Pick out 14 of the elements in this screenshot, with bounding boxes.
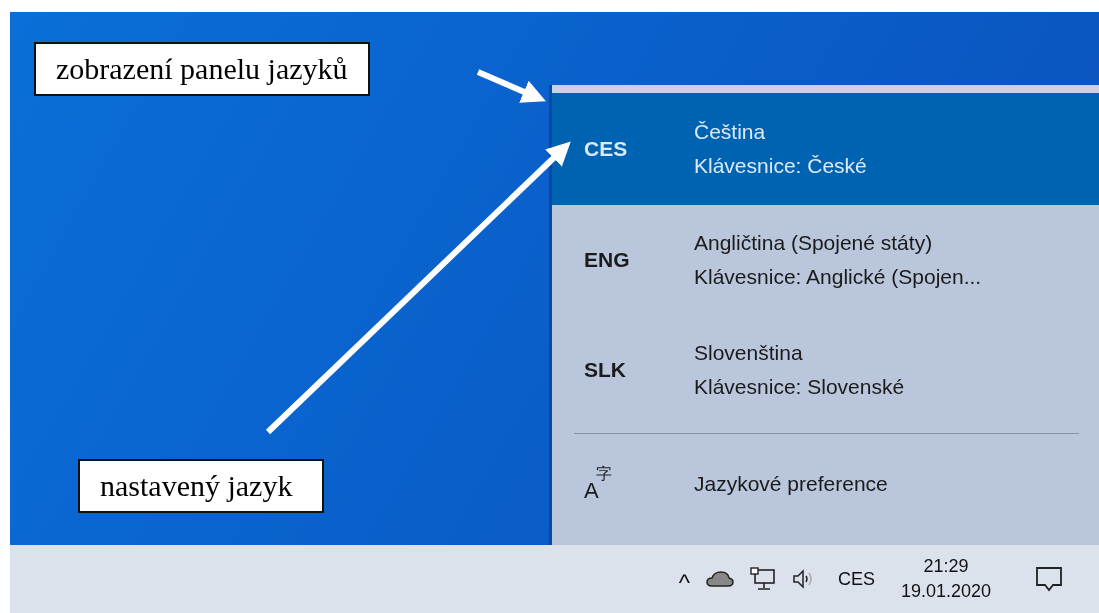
input-language-indicator[interactable]: CES	[837, 568, 875, 590]
language-item[interactable]: ENG Angličtina (Spojené státy) Klávesnice: Anglické (Spojen...	[552, 205, 1099, 315]
language-item[interactable]: SLK Slovenština Klávesnice: Slovenské	[552, 315, 1099, 425]
show-hidden-icons-button[interactable]: ^	[678, 569, 690, 597]
callout-label: nastavený jazyk	[78, 459, 325, 513]
language-item[interactable]: CES Čeština Klávesnice: České	[552, 93, 1099, 205]
cloud-icon[interactable]	[705, 570, 734, 588]
language-icon: A 字	[584, 464, 694, 504]
language-preferences-link[interactable]: A 字 Jazykové preference	[552, 434, 1099, 534]
arrow	[476, 69, 546, 103]
notifications-icon[interactable]	[1035, 566, 1063, 592]
callout-label: zobrazení panelu jazyků	[34, 42, 370, 96]
network-icon[interactable]	[749, 567, 776, 591]
clock[interactable]: 21:29 19.01.2020	[900, 556, 991, 602]
